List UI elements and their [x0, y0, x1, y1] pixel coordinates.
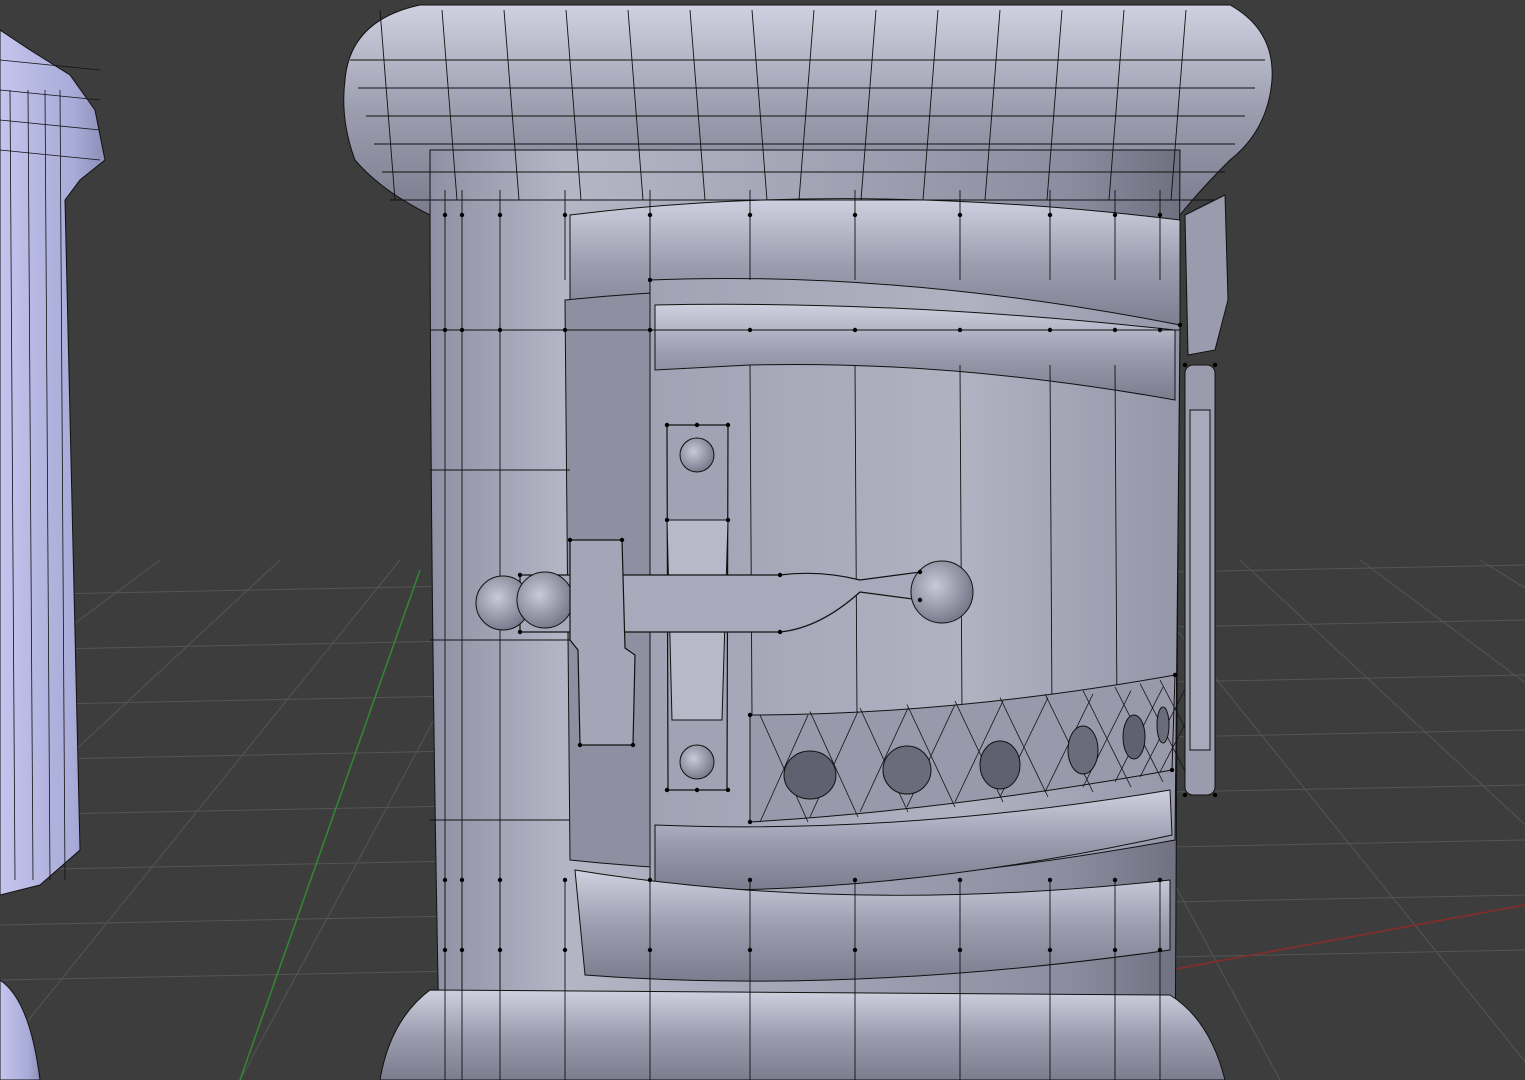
mesh-vertex: [442, 877, 448, 883]
mesh-vertex: [647, 212, 653, 218]
mesh-vertex: [517, 572, 523, 578]
door-hinge[interactable]: [1184, 364, 1216, 796]
mesh-vertex: [1169, 767, 1175, 773]
latch-rivet-bottom: [679, 744, 715, 780]
mesh-vertex: [562, 212, 568, 218]
wire-edge: [1239, 559, 1525, 826]
ornament-hole: [783, 750, 837, 800]
mesh-vertex: [1212, 792, 1218, 798]
mesh-vertex: [1047, 212, 1053, 218]
mesh-vertex: [725, 517, 731, 523]
mesh-vertex: [1212, 362, 1218, 368]
mesh-vertex: [852, 212, 858, 218]
mesh-vertex: [1182, 792, 1188, 798]
mesh-vertex: [957, 212, 963, 218]
mesh-vertex: [442, 947, 448, 953]
mesh-vertex: [747, 327, 753, 333]
mesh-vertex: [1112, 877, 1118, 883]
mesh-vertex: [459, 877, 465, 883]
mesh-vertex: [747, 712, 753, 718]
mesh-vertex: [647, 277, 653, 283]
mesh-vertex: [1157, 877, 1163, 883]
wire-edge: [1479, 559, 1525, 589]
barrel-right-rim: [1184, 194, 1229, 356]
mesh-vertex: [917, 597, 923, 603]
viewport-canvas[interactable]: [0, 0, 1525, 1080]
barrel-object[interactable]: [343, 4, 1273, 1080]
mesh-vertex: [647, 327, 653, 333]
mesh-vertex: [1157, 947, 1163, 953]
mesh-vertex: [1047, 877, 1053, 883]
mesh-vertex: [647, 947, 653, 953]
mesh-vertex: [694, 422, 700, 428]
mesh-vertex: [577, 742, 583, 748]
mesh-vertex: [459, 212, 465, 218]
ornament-hole: [882, 745, 932, 795]
mesh-vertex: [777, 629, 783, 635]
mesh-vertex: [497, 212, 503, 218]
mesh-vertex: [1157, 212, 1163, 218]
mesh-vertex: [459, 327, 465, 333]
mesh-vertex: [777, 572, 783, 578]
latch-collar: [516, 571, 574, 629]
mesh-vertex: [619, 537, 625, 543]
mesh-vertex: [442, 327, 448, 333]
mesh-vertex: [442, 212, 448, 218]
mesh-vertex: [1047, 327, 1053, 333]
mesh-vertex: [957, 327, 963, 333]
mesh-vertex: [957, 877, 963, 883]
mesh-vertex: [562, 877, 568, 883]
wire-edge: [1359, 559, 1525, 684]
mesh-vertex: [1112, 947, 1118, 953]
mesh-vertex: [747, 212, 753, 218]
mesh-vertex: [517, 629, 523, 635]
barrel-bottom-flare: [379, 989, 1226, 1080]
mesh-vertex: [562, 327, 568, 333]
mesh-vertex: [747, 877, 753, 883]
latch-rivet-top: [679, 437, 715, 473]
mesh-vertex: [497, 877, 503, 883]
mesh-vertex: [1112, 212, 1118, 218]
mesh-vertex: [852, 947, 858, 953]
mesh-vertex: [630, 742, 636, 748]
mesh-vertex: [1182, 362, 1188, 368]
ornament-hole: [1156, 706, 1170, 744]
mesh-vertex: [1047, 947, 1053, 953]
ornament-hole: [1067, 725, 1099, 775]
mesh-vertex: [1157, 327, 1163, 333]
left-object[interactable]: [0, 29, 106, 1080]
mesh-vertex: [562, 947, 568, 953]
mesh-vertex: [725, 787, 731, 793]
mesh-vertex: [725, 422, 731, 428]
mesh-vertex: [664, 517, 670, 523]
axis-x-line: [1169, 904, 1525, 971]
ornament-hole: [979, 740, 1021, 790]
mesh-vertex: [459, 947, 465, 953]
mesh-vertex: [497, 947, 503, 953]
mesh-vertex: [852, 327, 858, 333]
mesh-vertex: [1112, 327, 1118, 333]
mesh-vertex: [497, 327, 503, 333]
mesh-vertex: [664, 422, 670, 428]
mesh-vertex: [852, 877, 858, 883]
mesh-vertex: [694, 787, 700, 793]
mesh-vertex: [664, 787, 670, 793]
mesh-vertex: [647, 877, 653, 883]
mesh-vertex: [567, 537, 573, 543]
mesh-vertex: [747, 947, 753, 953]
mesh-vertex: [1172, 672, 1178, 678]
mesh-vertex: [917, 569, 923, 575]
mesh-vertex: [957, 947, 963, 953]
mesh-vertex: [1177, 322, 1183, 328]
ornament-hole: [1122, 714, 1146, 760]
3d-viewport[interactable]: 3d-viewport: [0, 0, 1525, 1080]
mesh-vertex: [747, 819, 753, 825]
